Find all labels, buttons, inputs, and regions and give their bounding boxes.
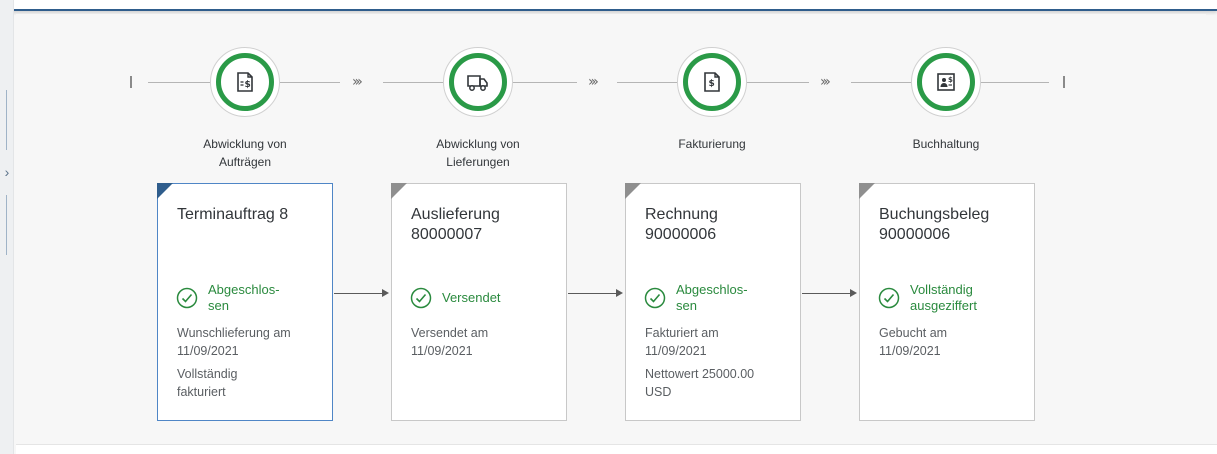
card-connector-arrow — [568, 293, 616, 294]
checkmark-circle-icon — [176, 287, 198, 309]
flow-connector — [617, 82, 677, 83]
card-detail: Wunschlieferung am 11/09/2021 — [177, 326, 291, 358]
status-row: Vollständig ausgeziffert — [878, 278, 1028, 318]
lane-label-billing: Fakturierung — [678, 137, 746, 151]
flow-connector — [513, 82, 577, 83]
lane-node-sales-orders[interactable]: $ — [210, 47, 280, 117]
status-text: Vollständig ausgeziffert — [910, 282, 977, 313]
card-corner-marker — [625, 183, 641, 199]
card-detail: Vollständig fakturiert — [177, 367, 238, 399]
svg-text:$: $ — [245, 80, 251, 90]
lane-label-deliveries: Abwicklung von Lieferungen — [436, 137, 520, 169]
flow-end-marker — [1063, 76, 1065, 88]
arrow-right-icon — [850, 289, 857, 297]
card-corner-marker — [859, 183, 875, 199]
card-title: Buchungsbeleg 90000006 — [879, 206, 990, 243]
flow-connector — [851, 82, 911, 83]
status-text: Abgeschlos- sen — [676, 282, 748, 313]
expand-panel-icon[interactable]: › — [1, 160, 13, 184]
top-toolbar — [0, 0, 1217, 11]
card-title: Auslieferung 80000007 — [411, 206, 500, 243]
side-divider — [6, 195, 7, 255]
status-text: Versendet — [442, 290, 501, 305]
document-card-delivery[interactable]: Auslieferung 80000007 Versendet Versende… — [391, 183, 567, 421]
checkmark-circle-icon — [410, 287, 432, 309]
side-panel-strip: › — [0, 0, 14, 454]
checkmark-circle-icon — [878, 287, 900, 309]
card-connector-arrow — [802, 293, 850, 294]
footer-area — [16, 444, 1217, 454]
document-card-journal-entry[interactable]: Buchungsbeleg 90000006 Vollständig ausge… — [859, 183, 1035, 421]
card-detail: Versendet am 11/09/2021 — [411, 326, 489, 358]
status-row: Abgeschlos- sen — [176, 278, 326, 318]
accounting-document-icon: $ — [937, 73, 955, 91]
flow-connector — [747, 82, 809, 83]
card-title: Rechnung 90000006 — [645, 206, 718, 243]
arrow-right-icon — [616, 289, 623, 297]
delivery-truck-icon — [467, 75, 488, 91]
flow-start-marker — [130, 76, 132, 88]
card-detail: Nettowert 25000.00 USD — [645, 367, 755, 399]
card-corner-marker — [157, 183, 173, 199]
lane-label-sales-orders: Abwicklung von Aufträgen — [203, 137, 287, 169]
card-detail: Fakturiert am 11/09/2021 — [645, 326, 719, 358]
lane-node-deliveries[interactable] — [443, 47, 513, 117]
chevron-right-icon: ››› — [820, 74, 831, 90]
flow-connector — [981, 82, 1049, 83]
status-text: Abgeschlos- sen — [208, 282, 280, 313]
card-title: Terminauftrag 8 — [177, 206, 289, 223]
card-connector-arrow — [334, 293, 382, 294]
card-detail: Gebucht am 11/09/2021 — [879, 326, 948, 358]
flow-connector — [148, 82, 210, 83]
flow-connector — [383, 82, 443, 83]
checkmark-circle-icon — [644, 287, 666, 309]
arrow-right-icon — [382, 289, 389, 297]
lane-label-accounting: Buchhaltung — [912, 137, 980, 151]
status-row: Abgeschlos- sen — [644, 278, 794, 318]
svg-text:$: $ — [948, 76, 953, 84]
side-divider — [6, 90, 7, 150]
card-corner-marker — [391, 183, 407, 199]
flow-connector — [280, 82, 340, 83]
document-card-sales-order[interactable]: Terminauftrag 8 Abgeschlos- sen Wunschli… — [157, 183, 333, 421]
sales-order-document-icon: $ — [237, 72, 253, 92]
svg-text:$: $ — [709, 79, 715, 89]
chevron-right-icon: ››› — [352, 74, 363, 90]
lane-node-accounting[interactable]: $ — [911, 47, 981, 117]
lane-node-billing[interactable]: $ — [677, 47, 747, 117]
document-card-invoice[interactable]: Rechnung 90000006 Abgeschlos- sen Faktur… — [625, 183, 801, 421]
chevron-right-icon: ››› — [588, 74, 599, 90]
status-row: Versendet — [410, 278, 560, 318]
invoice-document-icon: $ — [704, 72, 720, 92]
